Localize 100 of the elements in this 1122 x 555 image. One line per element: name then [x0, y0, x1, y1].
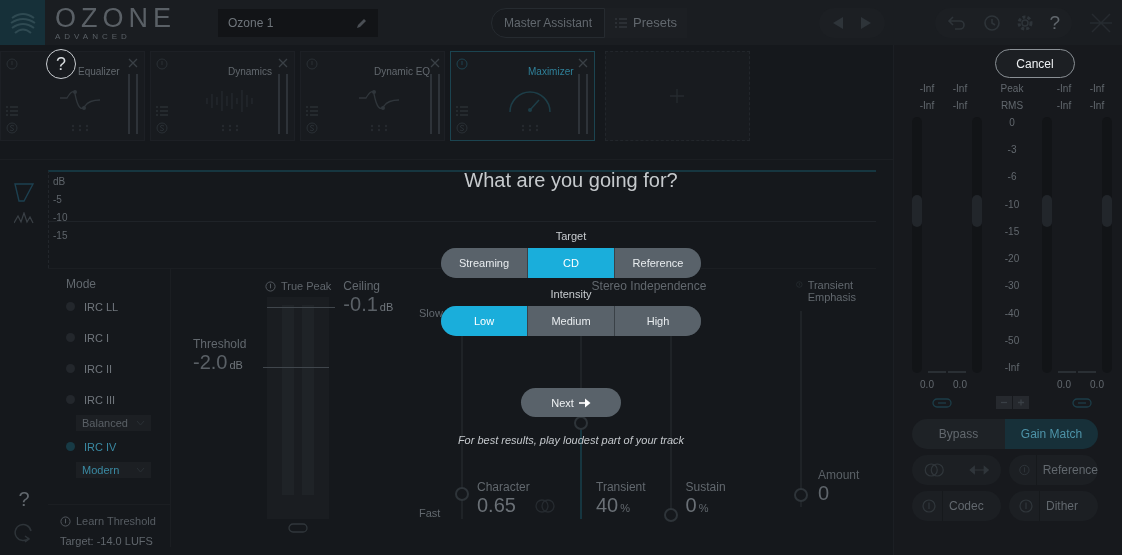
slider-thumb[interactable]: [794, 487, 808, 502]
peak-value: -Inf: [918, 83, 936, 94]
slider-label: Sustain: [685, 480, 726, 494]
mode-option[interactable]: IRC III: [66, 384, 170, 415]
scale-label: -30: [1003, 280, 1021, 292]
close-icon[interactable]: [128, 58, 138, 68]
minus-icon[interactable]: [995, 396, 1012, 409]
scale-label: -Inf: [1003, 361, 1021, 373]
unit-label: dB: [229, 359, 243, 371]
target-option[interactable]: Reference: [615, 248, 701, 278]
output-toggle-button[interactable]: Gain Match: [1005, 419, 1098, 449]
cancel-button[interactable]: Cancel: [995, 49, 1075, 78]
slider-value: 0: [685, 494, 697, 517]
threshold-handle[interactable]: [263, 367, 330, 368]
ceiling-handle[interactable]: [267, 307, 336, 308]
axis-label: -10: [53, 212, 68, 224]
tool-button[interactable]: Codec: [912, 491, 1001, 521]
help-button[interactable]: ?: [1049, 11, 1060, 34]
module-card[interactable]: Dynamic EQ: [300, 51, 445, 141]
axis-label: -15: [53, 230, 68, 242]
next-button[interactable]: Next: [521, 388, 621, 417]
target-label: Target:: [60, 535, 94, 547]
ceiling-label: Ceiling: [343, 279, 382, 293]
module-meter: [278, 74, 288, 134]
hint-text: For best results, play loudest part of your track: [457, 434, 685, 446]
learn-threshold-button[interactable]: Learn Threshold: [60, 515, 170, 527]
module-name: Maximizer: [528, 66, 574, 77]
intensity-heading: Intensity: [550, 288, 592, 300]
gain-readout: 0.0: [1089, 379, 1105, 390]
module-name: Dynamic EQ: [374, 66, 431, 77]
logo-subtitle: ADVANCED: [55, 32, 132, 41]
dialog-title: What are you going for?: [464, 168, 678, 192]
target-value: -14.0 LUFS: [96, 535, 153, 547]
tool-button[interactable]: Reference: [1009, 455, 1098, 485]
true-peak-label: True Peak: [281, 280, 332, 292]
rms-value: -Inf: [918, 100, 936, 111]
unit-label: dB: [379, 301, 394, 313]
ceiling-value: -0.1: [343, 293, 378, 316]
mode-option[interactable]: IRC IV: [66, 431, 170, 462]
scale-label: -10: [1003, 198, 1021, 210]
style-dropdown[interactable]: Balanced: [76, 415, 151, 431]
module-meter: [430, 74, 441, 134]
intensity-option[interactable]: Medium: [528, 306, 614, 336]
target-option[interactable]: Streaming: [441, 248, 527, 278]
limiter-icon[interactable]: [14, 182, 34, 202]
module-card[interactable]: Maximizer: [450, 51, 595, 141]
power-icon[interactable]: [456, 58, 468, 70]
mode-option[interactable]: IRC II: [66, 353, 170, 384]
axis-label: -5: [53, 194, 62, 206]
slider-thumb[interactable]: [663, 507, 678, 522]
peak-label: Peak: [999, 83, 1025, 94]
logo-text: OZONE: [55, 4, 176, 32]
character-label: Character: [477, 480, 530, 494]
transient-emphasis-heading: Transient Emphasis: [807, 279, 857, 303]
module-card[interactable]: Dynamics: [150, 51, 295, 141]
scale-label: -6: [1006, 171, 1018, 183]
gain-readout: 0.0: [952, 379, 968, 390]
gain-readout: 0.0: [919, 379, 935, 390]
character-slider-thumb[interactable]: [455, 487, 469, 502]
module-meter: [578, 74, 588, 134]
help-button[interactable]: ?: [18, 488, 30, 511]
peak-value: -Inf: [951, 83, 969, 94]
waveform-icon[interactable]: [14, 212, 34, 224]
fast-label: Fast: [419, 507, 442, 519]
scale-label: -20: [1003, 253, 1021, 265]
plus-icon[interactable]: [1012, 396, 1029, 409]
tool-button[interactable]: Dither: [1009, 491, 1098, 521]
module-name: Dynamics: [228, 66, 272, 77]
style-dropdown[interactable]: Modern: [76, 462, 151, 478]
amount-value: 0: [818, 482, 831, 505]
rms-label: RMS: [999, 100, 1025, 111]
scale-label: -3: [1006, 144, 1018, 156]
link-icon[interactable]: [1072, 397, 1092, 408]
preset-name-field[interactable]: Ozone 1: [218, 8, 378, 37]
gain-readout: 0.0: [1056, 379, 1072, 390]
target-option[interactable]: CD: [528, 248, 614, 278]
mode-option[interactable]: IRC I: [66, 322, 170, 353]
scale-label: 0: [1008, 117, 1016, 128]
peak-value: -Inf: [1088, 83, 1106, 94]
power-icon: [60, 515, 71, 527]
close-icon[interactable]: [278, 58, 288, 68]
master-assistant-button[interactable]: Master Assistant: [491, 7, 606, 38]
link-icon[interactable]: [288, 523, 309, 533]
close-icon[interactable]: [578, 58, 588, 68]
slider-label: Transient: [596, 480, 646, 494]
mode-heading: Mode: [66, 277, 98, 291]
module-meter: [128, 74, 138, 134]
scale-label: -50: [1003, 334, 1021, 346]
scale-label: -40: [1003, 307, 1021, 319]
mode-option[interactable]: IRC LL: [66, 291, 170, 322]
output-toggle-button[interactable]: Bypass: [912, 419, 1005, 449]
power-icon[interactable]: [265, 280, 276, 292]
unit-label: %: [620, 502, 631, 514]
rms-value: -Inf: [951, 100, 969, 111]
stereo-independence-heading: Stereo Independence: [591, 279, 708, 293]
loop-icon[interactable]: [14, 521, 34, 543]
close-icon[interactable]: [430, 58, 441, 68]
arrow-right-icon: [578, 397, 591, 408]
link-icon[interactable]: [932, 397, 952, 408]
intensity-option[interactable]: High: [615, 306, 701, 336]
